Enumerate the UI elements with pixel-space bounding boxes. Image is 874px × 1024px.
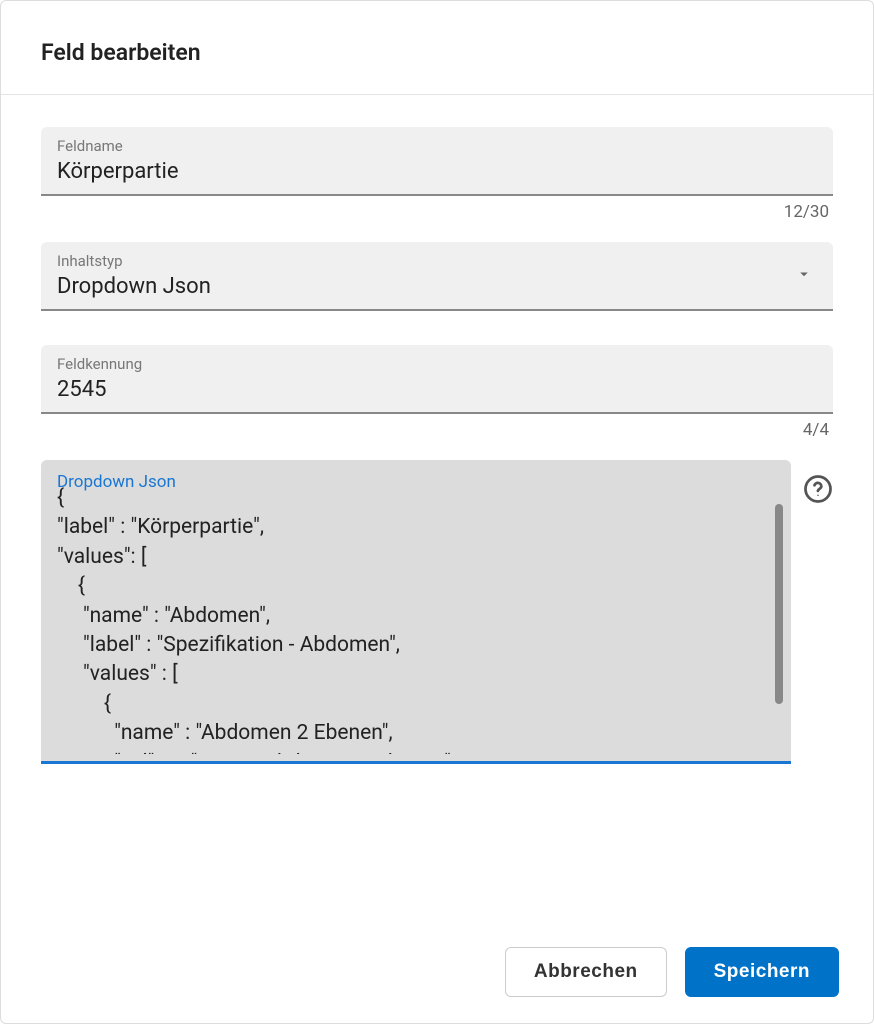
dialog-title: Feld bearbeiten (41, 39, 833, 66)
fieldid-count: 4/4 (41, 414, 833, 440)
fieldname-input[interactable] (57, 157, 817, 186)
fieldid-box[interactable]: Feldkennung (41, 345, 833, 414)
contenttype-group: Inhaltstyp Dropdown Json (41, 242, 833, 337)
json-box[interactable]: Dropdown Json (41, 460, 791, 764)
edit-field-dialog: Feld bearbeiten Feldname 12/30 Inhaltsty… (0, 0, 874, 1024)
dialog-footer: Abbrechen Speichern (1, 925, 873, 1023)
dialog-body: Feldname 12/30 Inhaltstyp Dropdown Json … (1, 95, 873, 925)
json-textarea[interactable] (57, 484, 751, 754)
contenttype-box[interactable]: Inhaltstyp Dropdown Json (41, 242, 833, 311)
json-row: Dropdown Json (41, 460, 833, 764)
json-scrollbar[interactable] (775, 504, 783, 704)
save-button[interactable]: Speichern (685, 947, 839, 997)
dialog-header: Feld bearbeiten (1, 1, 873, 95)
fieldid-label: Feldkennung (57, 355, 817, 373)
chevron-down-icon (795, 265, 813, 287)
fieldname-group: Feldname 12/30 (41, 127, 833, 222)
fieldid-group: Feldkennung 4/4 (41, 345, 833, 440)
cancel-button[interactable]: Abbrechen (505, 947, 667, 997)
contenttype-value: Dropdown Json (57, 272, 817, 301)
contenttype-label: Inhaltstyp (57, 252, 817, 270)
fieldname-count: 12/30 (41, 196, 833, 222)
fieldname-label: Feldname (57, 137, 817, 155)
help-icon[interactable] (803, 474, 833, 504)
fieldid-input[interactable] (57, 375, 817, 404)
fieldname-box[interactable]: Feldname (41, 127, 833, 196)
